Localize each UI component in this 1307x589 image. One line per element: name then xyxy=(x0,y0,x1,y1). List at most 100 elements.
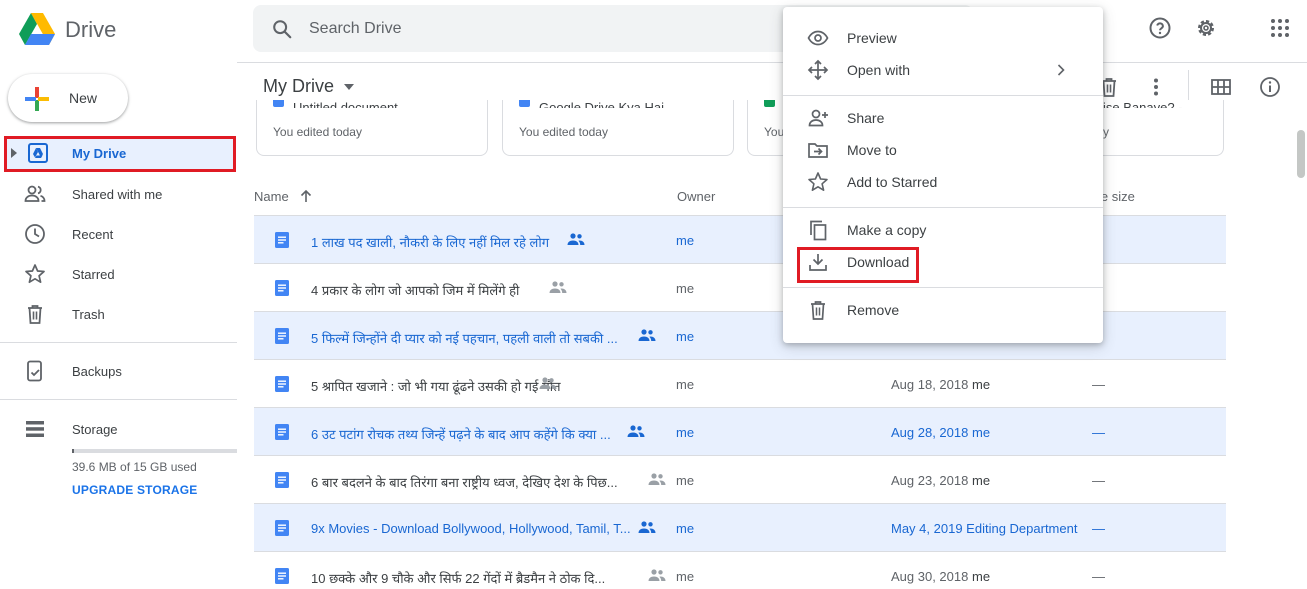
column-header-owner[interactable]: Owner xyxy=(677,189,715,204)
file-row[interactable]: 10 छक्के और 9 चौके और सिर्फ 22 गेंदों मे… xyxy=(254,552,1226,589)
plus-icon xyxy=(25,87,49,111)
file-row[interactable]: 6 उट पटांग रोचक तथ्य जिन्हें पढ़ने के बा… xyxy=(254,408,1226,456)
menu-item-share[interactable]: Share xyxy=(783,102,1103,134)
arrow-up-icon[interactable] xyxy=(299,189,313,203)
shared-people-icon xyxy=(648,569,666,581)
doc-icon xyxy=(275,328,289,344)
column-header-label: Name xyxy=(254,189,289,204)
file-owner: me xyxy=(676,281,695,296)
context-menu: Preview Open with Share Move to Add to S… xyxy=(783,7,1103,343)
quick-access-name: Untitled document xyxy=(293,100,398,108)
menu-item-label: Share xyxy=(847,110,885,126)
file-last-modified: Aug 23, 2018 me xyxy=(891,473,990,488)
menu-item-open-with[interactable]: Open with xyxy=(783,54,1103,86)
sidebar-item-label: Starred xyxy=(72,267,115,282)
sidebar-item-starred[interactable]: Starred xyxy=(0,257,237,291)
shared-people-icon xyxy=(638,521,656,533)
drive-logo-icon[interactable] xyxy=(18,12,56,46)
file-size: — xyxy=(1092,569,1105,584)
file-name[interactable]: 5 फिल्में जिन्होंने दी प्यार को नई पहचान… xyxy=(311,329,618,347)
file-row[interactable]: 9x Movies - Download Bollywood, Hollywoo… xyxy=(254,504,1226,552)
sidebar-item-label: Backups xyxy=(72,364,122,379)
sidebar-item-shared-with-me[interactable]: Shared with me xyxy=(0,177,237,211)
file-name[interactable]: 9x Movies - Download Bollywood, Hollywoo… xyxy=(311,521,631,536)
file-owner: me xyxy=(676,473,695,488)
star-icon xyxy=(808,172,828,192)
move-arrows-icon xyxy=(807,59,829,81)
quick-access-meta: You edited today xyxy=(519,125,608,139)
menu-item-label: Make a copy xyxy=(847,222,927,238)
quick-access-card[interactable]: Untitled document You edited today xyxy=(256,100,488,156)
scrollbar-thumb[interactable] xyxy=(1297,130,1305,178)
quick-access-meta: You edited today xyxy=(273,125,362,139)
file-name[interactable]: 10 छक्के और 9 चौके और सिर्फ 22 गेंदों मे… xyxy=(311,569,605,587)
download-highlight-box xyxy=(797,247,919,283)
storage-used-text: 39.6 MB of 15 GB used xyxy=(72,460,197,474)
file-size: — xyxy=(1092,377,1105,392)
more-vert-icon[interactable] xyxy=(1145,76,1167,98)
file-name[interactable]: 6 बार बदलने के बाद तिरंगा बना राष्ट्रीय … xyxy=(311,473,618,491)
doc-icon xyxy=(275,232,289,248)
file-row[interactable]: 5 श्रापित खजाने : जो भी गया ढूंढने उसकी … xyxy=(254,360,1226,408)
grid-view-icon[interactable] xyxy=(1210,76,1232,98)
apps-grid-icon[interactable] xyxy=(1268,16,1292,40)
shared-people-icon xyxy=(567,233,585,245)
file-last-modified: Aug 18, 2018 me xyxy=(891,377,990,392)
file-name[interactable]: 1 लाख पद खाली, नौकरी के लिए नहीं मिल रहे… xyxy=(311,233,549,251)
upgrade-storage-link[interactable]: UPGRADE STORAGE xyxy=(72,483,197,497)
settings-gear-icon[interactable] xyxy=(1194,16,1218,40)
file-owner: me xyxy=(676,377,695,392)
sidebar-divider xyxy=(0,342,237,343)
new-button[interactable]: New xyxy=(8,74,128,122)
copy-icon xyxy=(810,220,827,241)
sidebar-item-label: Storage xyxy=(72,422,118,437)
menu-item-add-to-starred[interactable]: Add to Starred xyxy=(783,166,1103,198)
shared-people-icon xyxy=(638,329,656,341)
clock-icon xyxy=(25,224,45,244)
storage-progress-fill xyxy=(72,449,74,453)
menu-item-make-a-copy[interactable]: Make a copy xyxy=(783,214,1103,246)
info-icon[interactable] xyxy=(1259,76,1281,98)
search-icon[interactable] xyxy=(271,18,293,40)
toolbar-separator xyxy=(1188,70,1189,102)
sidebar-item-trash[interactable]: Trash xyxy=(0,297,237,331)
file-name[interactable]: 6 उट पटांग रोचक तथ्य जिन्हें पढ़ने के बा… xyxy=(311,425,611,443)
menu-divider xyxy=(783,95,1103,96)
file-name[interactable]: 4 प्रकार के लोग जो आपको जिम में मिलेंगे … xyxy=(311,281,519,299)
sheet-icon xyxy=(764,100,775,107)
new-button-label: New xyxy=(69,90,98,106)
file-owner: me xyxy=(676,233,695,248)
sidebar-item-label: Shared with me xyxy=(72,187,163,202)
sidebar-item-backups[interactable]: Backups xyxy=(0,354,237,388)
menu-item-move-to[interactable]: Move to xyxy=(783,134,1103,166)
top-bar: Drive xyxy=(0,0,1307,62)
file-last-modified: May 4, 2019 Editing Department xyxy=(891,521,1077,536)
column-header-name[interactable]: Name xyxy=(254,189,289,204)
search-input[interactable] xyxy=(309,16,709,42)
chevron-down-icon[interactable] xyxy=(344,84,354,90)
file-modified-date: Aug 18, 2018 xyxy=(891,377,969,392)
quick-access-name: Google Drive Kya Hai xyxy=(539,100,664,108)
caret-right-icon[interactable] xyxy=(10,147,18,159)
sidebar-item-my-drive[interactable]: My Drive xyxy=(4,136,236,172)
column-header-file-size[interactable]: le size xyxy=(1098,189,1135,204)
quick-access-meta: y xyxy=(1103,125,1109,139)
menu-item-remove[interactable]: Remove xyxy=(783,294,1103,326)
file-last-modified: Aug 28, 2018 me xyxy=(891,425,990,440)
menu-item-preview[interactable]: Preview xyxy=(783,22,1103,54)
file-size: — xyxy=(1092,425,1105,440)
quick-access-meta: You xyxy=(764,125,785,139)
file-name[interactable]: 5 श्रापित खजाने : जो भी गया ढूंढने उसकी … xyxy=(311,377,561,395)
my-drive-icon xyxy=(28,143,48,163)
sidebar-item-recent[interactable]: Recent xyxy=(0,217,237,251)
page-title[interactable]: My Drive xyxy=(263,76,334,97)
backup-icon xyxy=(27,360,42,382)
doc-icon xyxy=(275,472,289,488)
eye-icon xyxy=(807,30,829,46)
quick-access-card[interactable]: Google Drive Kya Hai You edited today xyxy=(502,100,734,156)
menu-item-label: Add to Starred xyxy=(847,174,938,190)
file-row[interactable]: 6 बार बदलने के बाद तिरंगा बना राष्ट्रीय … xyxy=(254,456,1226,504)
quick-access-name: ise Banaye? - ... xyxy=(1103,100,1197,108)
help-icon[interactable] xyxy=(1148,16,1172,40)
sidebar-item-storage[interactable]: Storage xyxy=(0,412,237,446)
